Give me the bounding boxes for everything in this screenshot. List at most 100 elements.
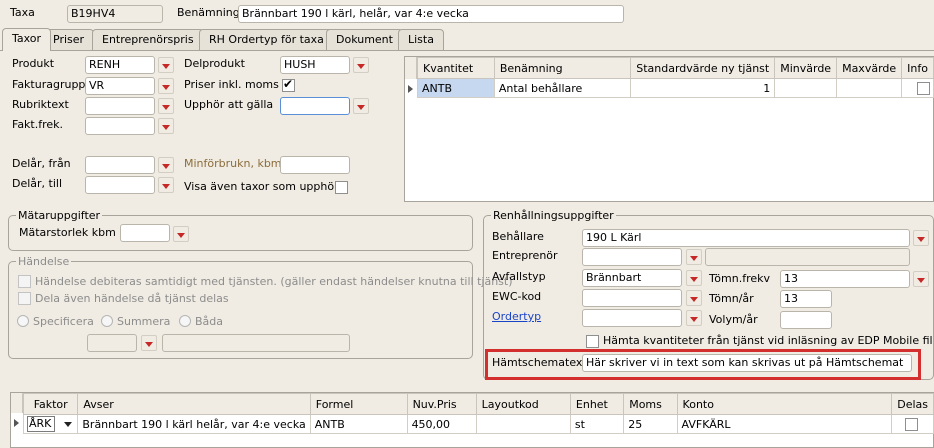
cell-info[interactable] [901,78,934,98]
faktfrek-label: Fakt.frek. [12,118,64,131]
cell-benamning[interactable]: Antal behållare [493,78,632,98]
fakturagrupp-dropdown-icon[interactable] [158,78,174,94]
ewc-field[interactable] [582,289,682,307]
radio-summera[interactable] [101,315,113,327]
ordertyp-field[interactable] [582,309,682,327]
tab-dokument[interactable]: Dokument [326,29,403,50]
faktor-field[interactable]: ÅRK [27,416,55,432]
cell-layoutkod[interactable] [475,414,571,434]
cell-minvarde[interactable] [774,78,838,98]
row-indicator[interactable] [405,79,417,100]
cell-konto[interactable]: AVFKÄRL [676,414,893,434]
ordertyp-link[interactable]: Ordertyp [492,310,541,324]
delar-till-dropdown-icon[interactable] [158,177,174,193]
upphor-dropdown-icon[interactable] [353,98,369,114]
tomnar-label: Tömn/år [709,292,754,305]
produkt-dropdown-icon[interactable] [158,57,174,73]
rubriktext-field[interactable] [85,97,155,115]
cell-nuv-pris[interactable]: 450,00 [406,414,477,434]
info-checkbox[interactable] [917,82,931,95]
hamtschema-field[interactable]: Här skriver vi in text som kan skrivas u… [582,354,912,372]
cell-enhet[interactable]: st [569,414,625,434]
entreprenor-dropdown-icon[interactable] [686,249,702,265]
col-standardvarde[interactable]: Standardvärde ny tjänst [630,57,776,79]
radio-specificera[interactable] [17,315,29,327]
behallare-dropdown-icon[interactable] [913,230,929,246]
entreprenor-field[interactable] [582,248,682,266]
cell-faktor[interactable]: ÅRK [22,414,79,434]
tomnar-field[interactable]: 13 [780,290,832,308]
col-avser[interactable]: Avser [77,393,311,415]
cell-maxvarde[interactable] [836,78,903,98]
tomnfrekv-field[interactable]: 13 [780,270,910,288]
handelse-field[interactable] [87,334,137,352]
tab-lista[interactable]: Lista [398,29,444,50]
handelse-dropdown-icon[interactable] [141,335,157,351]
entreprenor-name-field[interactable] [705,248,910,266]
visa-checkbox[interactable] [335,181,348,194]
table-row[interactable]: ANTB Antal behållare 1 [417,78,934,98]
cell-kvantitet[interactable]: ANTB [417,78,495,98]
delprodukt-dropdown-icon[interactable] [353,57,369,73]
handelse-desc-field[interactable] [162,334,350,352]
cell-formel[interactable]: ANTB [309,414,408,434]
col-layoutkod[interactable]: Layoutkod [475,393,571,415]
col-konto[interactable]: Konto [676,393,893,415]
faktfrek-field[interactable] [85,117,155,135]
tomnfrekv-dropdown-icon[interactable] [913,271,929,287]
col-kvantitet[interactable]: Kvantitet [417,57,495,79]
table-row[interactable]: ÅRK Brännbart 190 l kärl helår, var 4:e … [22,414,934,434]
cell-delas[interactable] [891,414,934,434]
dela-checkbox[interactable] [18,292,31,305]
volym-field[interactable] [780,311,832,329]
cell-standardvarde[interactable]: 1 [630,78,776,98]
col-info[interactable]: Info [901,57,934,79]
delar-fran-dropdown-icon[interactable] [158,157,174,173]
delar-till-field[interactable] [85,176,155,194]
avfallstyp-field[interactable]: Brännbart [582,269,682,287]
col-delas[interactable]: Delas [891,393,934,415]
col-formel[interactable]: Formel [309,393,408,415]
upphor-field[interactable] [280,97,350,115]
taxa-field[interactable]: B19HV4 [67,5,163,23]
delprodukt-field[interactable]: HUSH [280,56,350,74]
col-minvarde[interactable]: Minvärde [774,57,838,79]
bottom-grid-corner [11,393,23,413]
matarstorlek-dropdown-icon[interactable] [173,226,189,242]
col-moms[interactable]: Moms [623,393,678,415]
rubriktext-dropdown-icon[interactable] [158,98,174,114]
minforbrukn-field[interactable] [280,156,350,174]
faktfrek-dropdown-icon[interactable] [158,118,174,134]
fakturagrupp-field[interactable]: VR [85,77,155,95]
cell-moms[interactable]: 25 [623,414,678,434]
debiteras-checkbox[interactable] [18,275,31,288]
rubriktext-label: Rubriktext [12,98,69,111]
tab-entreprenorspris[interactable]: Entreprenörspris [92,29,204,50]
delas-checkbox[interactable] [905,418,919,431]
col-faktor[interactable]: Faktor [22,393,79,415]
benamning-field[interactable]: Brännbart 190 l kärl, helår, var 4:e vec… [238,5,624,23]
ewc-dropdown-icon[interactable] [686,290,702,306]
delar-fran-field[interactable] [85,156,155,174]
row-pointer-icon [14,419,19,427]
avfallstyp-dropdown-icon[interactable] [686,270,702,286]
faktor-dropdown-icon[interactable] [64,422,72,427]
radio-bada[interactable] [179,315,191,327]
priser-moms-checkbox[interactable]: ✔ [282,77,295,92]
col-enhet[interactable]: Enhet [569,393,625,415]
cell-avser[interactable]: Brännbart 190 l kärl helår, var 4:e veck… [77,414,311,434]
ordertyp-dropdown-icon[interactable] [686,310,702,326]
col-benamning[interactable]: Benämning [493,57,632,79]
hamta-checkbox[interactable] [586,335,599,348]
specificera-label: Specificera [33,315,94,328]
matarstorlek-field[interactable] [120,224,170,242]
behallare-field[interactable]: 190 L Kärl [582,229,910,247]
tab-taxor[interactable]: Taxor [2,28,52,51]
bottom-row-indicator[interactable] [11,413,23,433]
tab-rh-ordertyp[interactable]: RH Ordertyp för taxa [199,29,334,50]
tjanst-table: Kvantitet Benämning Standardvärde ny tjä… [417,57,934,98]
produkt-field[interactable]: RENH [85,56,155,74]
grid-corner [405,57,417,79]
col-nuv-pris[interactable]: Nuv.Pris [406,393,477,415]
col-maxvarde[interactable]: Maxvärde [836,57,903,79]
